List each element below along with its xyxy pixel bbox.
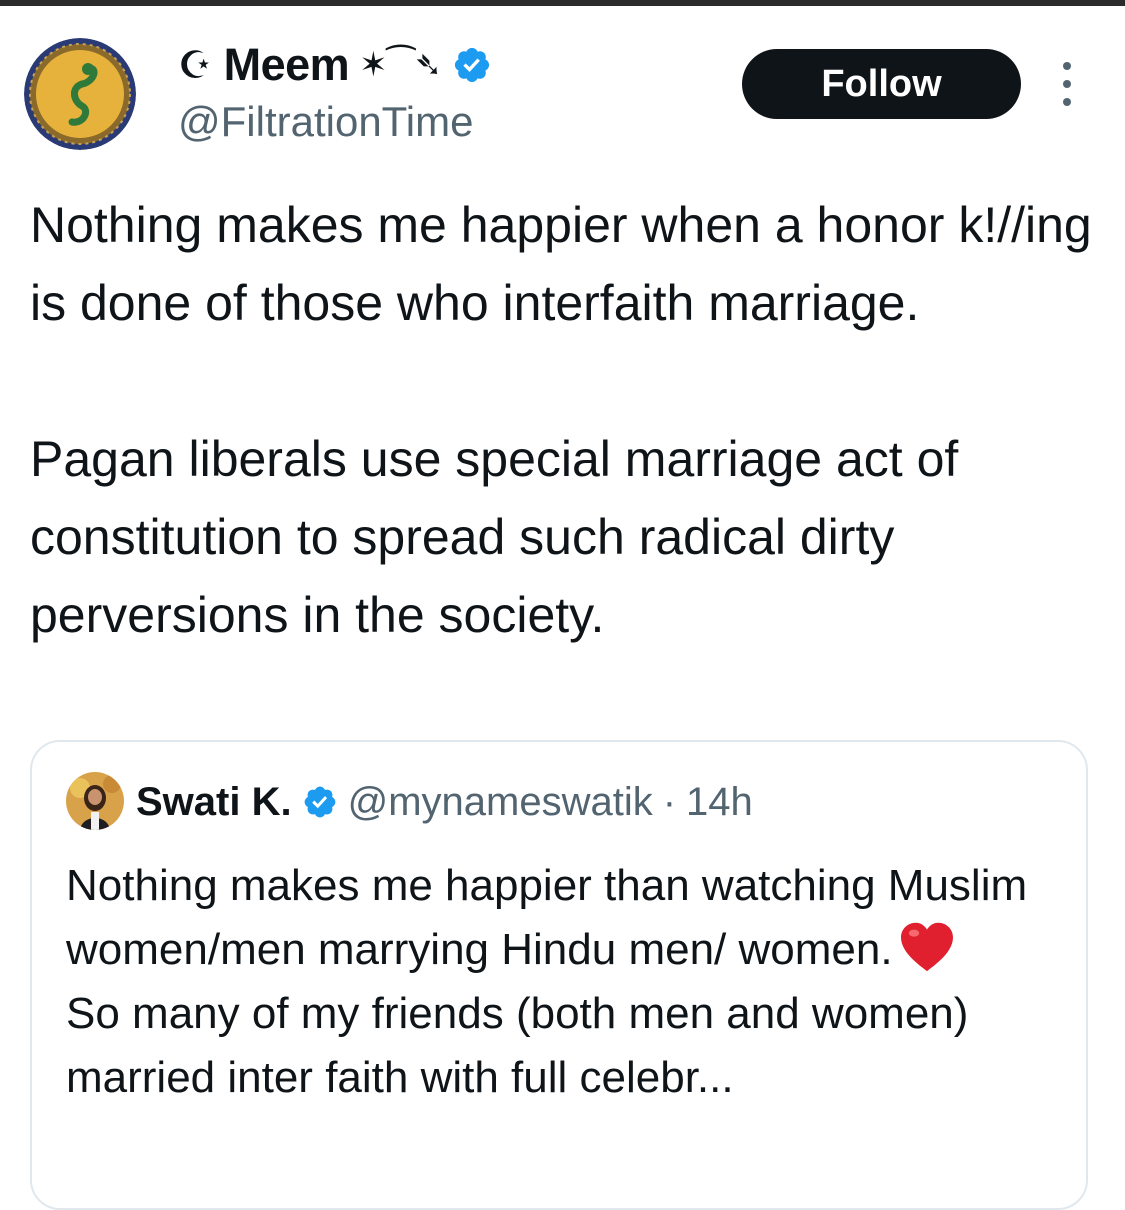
red-heart-icon (900, 923, 953, 972)
quoted-author-name[interactable]: Swati K. (136, 780, 292, 825)
serpent-avatar-icon (24, 38, 136, 150)
quoted-line-1: Nothing makes me happier than watching M… (66, 854, 1066, 982)
top-divider (0, 0, 1125, 6)
tweet-text: Nothing makes me happier when a honor k!… (30, 186, 1100, 654)
quoted-line-2: So many of my friends (both men and wome… (66, 989, 969, 1102)
quoted-timestamp[interactable]: 14h (686, 780, 753, 825)
more-options-icon[interactable] (1052, 62, 1082, 106)
tweet-paragraph-2: Pagan liberals use special marriage act … (30, 431, 959, 643)
quoted-header: Swati K. @mynameswatik · 14h (136, 776, 753, 828)
separator-dot: · (662, 779, 677, 824)
author-name[interactable]: Meem (224, 39, 350, 91)
quoted-tweet-card[interactable]: Swati K. @mynameswatik · 14h Nothing mak… (30, 740, 1088, 1210)
author-handle[interactable]: @FiltrationTime (178, 98, 473, 146)
verified-badge-icon (454, 47, 490, 83)
verified-badge-icon (304, 786, 335, 818)
crescent-star-icon: ☪ (178, 44, 212, 87)
name-decoration: ✶⁀➴ (359, 46, 442, 84)
author-name-row[interactable]: ☪ Meem ✶⁀➴ (178, 38, 492, 92)
quoted-line-1-text: Nothing makes me happier than watching M… (66, 861, 1028, 974)
quoted-author-avatar[interactable] (66, 772, 124, 830)
follow-button[interactable]: Follow (742, 49, 1021, 119)
tweet-paragraph-1: Nothing makes me happier when a honor k!… (30, 197, 1092, 331)
quoted-author-handle[interactable]: @mynameswatik (348, 780, 653, 825)
author-avatar[interactable] (24, 38, 136, 150)
quoted-text: Nothing makes me happier than watching M… (66, 854, 1066, 1110)
person-avatar-icon (66, 772, 124, 830)
